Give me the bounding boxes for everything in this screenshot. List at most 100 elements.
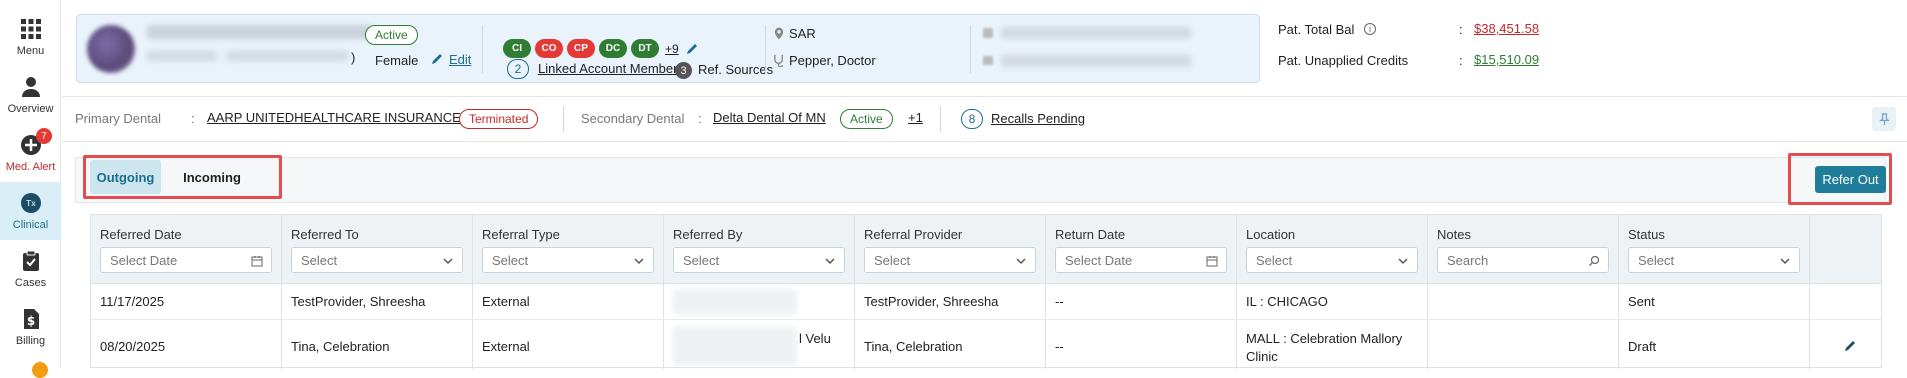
col-header-notes[interactable]: Notes — [1437, 227, 1471, 242]
sidebar-item-label: Cases — [14, 276, 47, 289]
phone-icon — [983, 28, 993, 38]
ref-sources-label[interactable]: Ref. Sources — [698, 62, 773, 77]
dollar-icon: $ — [23, 308, 39, 329]
sidebar-item-label: Med. Alert — [5, 160, 56, 173]
notes-search-input[interactable]: Search — [1437, 247, 1609, 273]
grid-icon — [20, 18, 41, 39]
chevron-down-icon — [443, 258, 453, 265]
patient-status-badge: Active — [365, 25, 418, 45]
cell-referral-provider: TestProvider, Shreesha — [864, 294, 999, 309]
svg-text:Tx: Tx — [25, 199, 36, 208]
sidebar-item-menu[interactable]: Menu — [0, 8, 61, 66]
col-header-referred-date[interactable]: Referred Date — [100, 227, 182, 242]
col-header-status[interactable]: Status — [1628, 227, 1665, 242]
paren: ) — [351, 50, 356, 65]
secondary-insurance-link[interactable]: Delta Dental Of MN — [713, 110, 826, 125]
divider — [765, 25, 766, 73]
sidebar: Menu Overview Med. Alert 7 Tx Clinical C… — [0, 0, 61, 378]
patient-tag-co[interactable]: CO — [535, 39, 563, 58]
location-pin-icon — [774, 27, 784, 43]
divider — [940, 106, 941, 132]
patient-gender: Female — [375, 53, 419, 68]
location-filter[interactable]: Select — [1246, 247, 1418, 273]
sidebar-item-label: Menu — [16, 44, 45, 57]
patient-tag-dt[interactable]: DT — [631, 39, 659, 58]
unapplied-credits-label: Pat. Unapplied Credits — [1278, 53, 1409, 68]
sidebar-item-billing[interactable]: $ Billing — [0, 298, 61, 356]
cell-referral-type: External — [482, 339, 530, 354]
more-insurance-link[interactable]: +1 — [908, 110, 923, 125]
filter-placeholder: Search — [1447, 252, 1489, 268]
filter-placeholder: Select — [1638, 252, 1675, 268]
referred-date-filter[interactable]: Select Date — [100, 247, 272, 273]
primary-dental-label: Primary Dental — [75, 111, 161, 126]
col-header-referral-type[interactable]: Referral Type — [482, 227, 560, 242]
filter-placeholder: Select Date — [1065, 252, 1133, 268]
sidebar-item-clinical[interactable]: Tx Clinical — [0, 182, 61, 240]
separator: : — [1459, 22, 1463, 37]
divider — [62, 141, 1907, 142]
notification-badge — [32, 362, 48, 378]
more-tags-link[interactable]: +9 — [665, 42, 679, 56]
patient-tag-dc[interactable]: DC — [599, 39, 627, 58]
person-icon — [21, 76, 40, 97]
patient-card: ) Active Female Edit CI CO CP DC DT +9 2… — [76, 14, 1260, 83]
referral-toolbar — [75, 157, 1886, 203]
referral-provider-filter[interactable]: Select — [864, 247, 1036, 273]
referral-type-filter[interactable]: Select — [482, 247, 654, 273]
divider — [970, 25, 971, 73]
edit-patient-link[interactable]: Edit — [449, 52, 471, 67]
refer-out-button[interactable]: Refer Out — [1815, 166, 1886, 193]
edit-row-icon[interactable] — [1843, 339, 1857, 353]
pin-icon[interactable] — [1872, 107, 1896, 131]
col-header-return-date[interactable]: Return Date — [1055, 227, 1125, 242]
stethoscope-icon — [773, 54, 786, 70]
recalls-pending-link[interactable]: Recalls Pending — [991, 111, 1085, 126]
patient-name-redacted — [147, 25, 372, 39]
cell-location: MALL : Celebration Mallory Clinic — [1246, 331, 1403, 364]
filter-placeholder: Select — [301, 252, 338, 268]
cell-location: IL : CHICAGO — [1246, 294, 1328, 309]
col-header-referred-by[interactable]: Referred By — [673, 227, 742, 242]
cell-referred-date: 08/20/2025 — [100, 339, 166, 354]
chevron-down-icon — [1398, 258, 1408, 265]
total-balance-value[interactable]: $38,451.58 — [1474, 21, 1539, 36]
info-icon: i — [1364, 23, 1376, 35]
tab-incoming[interactable]: Incoming — [170, 160, 254, 194]
calendar-icon — [251, 256, 263, 267]
filter-placeholder: Select — [683, 252, 720, 268]
col-header-location[interactable]: Location — [1246, 227, 1295, 242]
total-balance-label: Pat. Total Bal — [1278, 22, 1355, 37]
sidebar-item-med-alert[interactable]: Med. Alert 7 — [0, 124, 61, 182]
divider — [62, 96, 1907, 97]
primary-insurance-link[interactable]: AARP UNITEDHEALTHCARE INSURANCE — [207, 110, 461, 125]
referred-by-filter[interactable]: Select — [673, 247, 845, 273]
cell-return-date: -- — [1055, 294, 1064, 309]
col-header-referred-to[interactable]: Referred To — [291, 227, 359, 242]
pencil-icon[interactable] — [685, 42, 699, 56]
cell-referred-by-redacted — [673, 290, 797, 314]
sidebar-item-overview[interactable]: Overview — [0, 66, 61, 124]
cell-status: Draft — [1628, 339, 1657, 354]
search-icon — [1589, 255, 1600, 266]
linked-account-members-link[interactable]: Linked Account Members — [538, 61, 684, 76]
tab-outgoing[interactable]: Outgoing — [90, 160, 161, 194]
referred-to-filter[interactable]: Select — [291, 247, 463, 273]
patient-dob-redacted — [227, 51, 349, 61]
unapplied-credits-value[interactable]: $15,510.09 — [1474, 52, 1539, 67]
separator: : — [698, 111, 702, 126]
sidebar-item-cases[interactable]: Cases — [0, 240, 61, 298]
patient-tag-ci[interactable]: CI — [503, 39, 531, 58]
phone-redacted — [1001, 27, 1191, 39]
filter-placeholder: Select Date — [110, 252, 178, 268]
primary-status-badge: Terminated — [459, 109, 539, 129]
return-date-filter[interactable]: Select Date — [1055, 247, 1227, 273]
ref-sources-count: 3 — [675, 62, 692, 79]
status-filter[interactable]: Select — [1628, 247, 1800, 273]
pencil-icon — [430, 52, 444, 66]
col-header-referral-provider[interactable]: Referral Provider — [864, 227, 962, 242]
chevron-down-icon — [825, 258, 835, 265]
chevron-down-icon — [1780, 258, 1790, 265]
patient-tag-cp[interactable]: CP — [567, 39, 595, 58]
alert-count-badge: 7 — [36, 128, 52, 144]
